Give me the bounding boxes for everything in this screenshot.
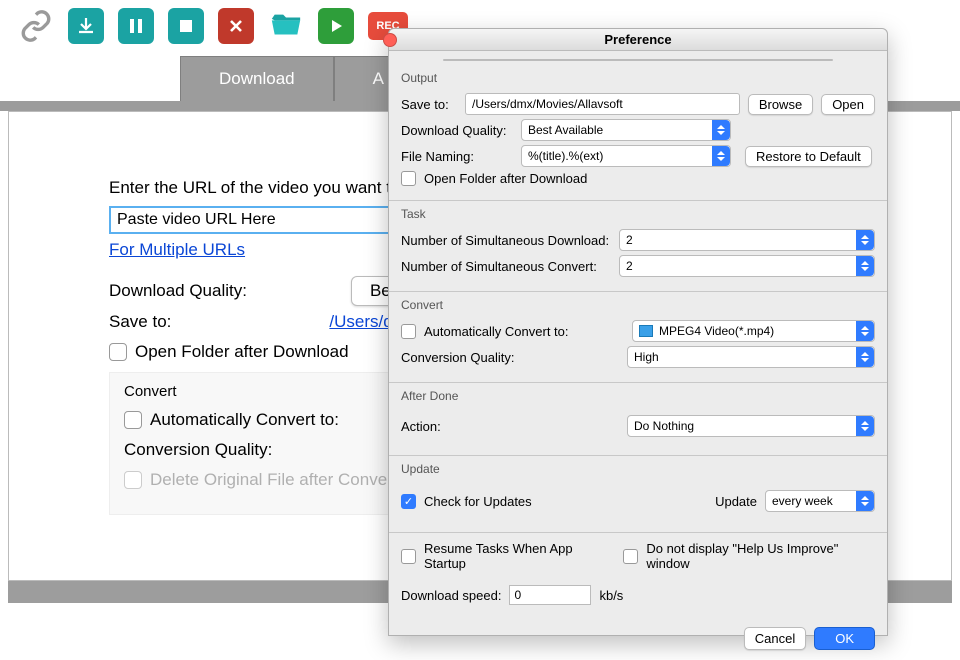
file-naming-label: File Naming: [401,149,513,164]
conversion-quality-value: High [634,350,659,364]
action-label: Action: [401,419,619,434]
stop-icon[interactable] [168,8,204,44]
dq-label-pref: Download Quality: [401,123,513,138]
sim-download-value: 2 [626,233,633,247]
video-format-icon [639,325,653,337]
chevron-updown-icon [856,256,874,276]
paste-link-icon[interactable] [18,8,54,44]
download-speed-unit: kb/s [599,588,623,603]
output-title: Output [401,69,875,89]
open-folder-label: Open Folder after Download [135,342,349,362]
save-to-label: Save to: [109,312,171,332]
open-folder-checkbox-pref[interactable] [401,171,416,186]
misc-section: Resume Tasks When App Startup Do not dis… [389,533,887,619]
chevron-updown-icon [856,347,874,367]
tab-general[interactable]: General [444,60,515,61]
check-updates-label: Check for Updates [424,494,707,509]
chevron-updown-icon [856,416,874,436]
multiple-urls-link[interactable]: For Multiple URLs [109,240,245,260]
cancel-button[interactable]: Cancel [744,627,806,650]
after-done-section: After Done Action: Do Nothing [389,383,887,456]
resume-tasks-label: Resume Tasks When App Startup [424,541,615,571]
close-icon[interactable] [383,33,397,47]
tab-advanced[interactable]: Advanced [750,60,832,61]
tab-proxy[interactable]: Proxy [692,60,750,61]
chevron-updown-icon [712,120,730,140]
conversion-quality-select[interactable]: High [627,346,875,368]
file-naming-select[interactable]: %(title).%(ext) [521,145,731,167]
restore-default-button[interactable]: Restore to Default [745,146,872,167]
auto-convert-checkbox[interactable] [124,411,142,429]
download-quality-select[interactable]: Best Available [521,119,731,141]
cq-label-pref: Conversion Quality: [401,350,619,365]
sim-download-label: Number of Simultaneous Download: [401,233,611,248]
download-speed-label: Download speed: [401,588,501,603]
resume-tasks-checkbox[interactable] [401,549,416,564]
tab-download[interactable]: Download [180,56,334,101]
sim-convert-value: 2 [626,259,633,273]
save-to-input[interactable] [465,93,740,115]
dialog-titlebar: Preference [389,29,887,51]
download-speed-input[interactable] [509,585,591,605]
update-freq-label: Update [715,494,757,509]
delete-original-label: Delete Original File after Conversion [150,470,424,490]
convert-title-pref: Convert [401,296,875,316]
convert-format-select[interactable]: MPEG4 Video(*.mp4) [632,320,875,342]
task-section: Task Number of Simultaneous Download: 2 … [389,201,887,292]
ok-button[interactable]: OK [814,627,875,650]
no-improve-checkbox[interactable] [623,549,638,564]
auto-convert-checkbox-pref[interactable] [401,324,416,339]
delete-original-checkbox[interactable] [124,471,142,489]
convert-format-value: MPEG4 Video(*.mp4) [659,324,774,338]
browse-button[interactable]: Browse [748,94,813,115]
preference-dialog: Preference General UI Settings Extension… [388,28,888,636]
chevron-updown-icon [712,146,730,166]
open-folder-label-pref: Open Folder after Download [424,171,587,186]
action-select[interactable]: Do Nothing [627,415,875,437]
open-button[interactable]: Open [821,94,875,115]
file-naming-value: %(title).%(ext) [528,149,603,163]
delete-icon[interactable] [218,8,254,44]
update-section: Update ✓ Check for Updates Update every … [389,456,887,533]
auto-convert-label: Automatically Convert to: [150,410,339,430]
sim-download-select[interactable]: 2 [619,229,875,251]
dialog-title: Preference [604,32,671,47]
auto-convert-label-pref: Automatically Convert to: [424,324,624,339]
action-value: Do Nothing [634,419,694,433]
open-folder-icon[interactable] [268,8,304,44]
chevron-updown-icon [856,230,874,250]
sim-convert-select[interactable]: 2 [619,255,875,277]
update-freq-select[interactable]: every week [765,490,875,512]
task-title: Task [401,205,875,225]
tab-ui-settings[interactable]: UI Settings [515,60,604,61]
chevron-updown-icon [856,491,874,511]
download-quality-label: Download Quality: [109,281,247,301]
play-icon[interactable] [318,8,354,44]
tab-extensions[interactable]: Extensions [604,60,693,61]
no-improve-label: Do not display "Help Us Improve" window [646,541,875,571]
after-done-title: After Done [401,387,875,407]
check-updates-checkbox[interactable]: ✓ [401,494,416,509]
open-folder-checkbox[interactable] [109,343,127,361]
update-title: Update [401,460,875,480]
update-freq-value: every week [772,494,833,508]
chevron-updown-icon [856,321,874,341]
convert-section: Convert Automatically Convert to: MPEG4 … [389,292,887,383]
sim-convert-label: Number of Simultaneous Convert: [401,259,611,274]
preference-tabs: General UI Settings Extensions Proxy Adv… [443,59,834,61]
download-icon[interactable] [68,8,104,44]
output-section: Output Save to: Browse Open Download Qua… [389,65,887,201]
save-to-label-pref: Save to: [401,97,457,112]
download-quality-value: Best Available [528,123,603,137]
pause-icon[interactable] [118,8,154,44]
